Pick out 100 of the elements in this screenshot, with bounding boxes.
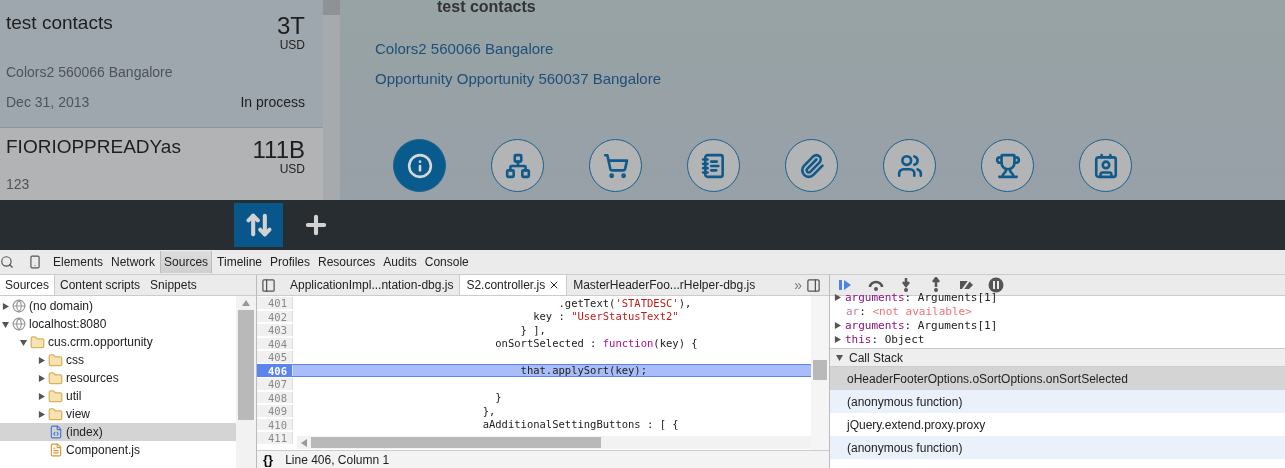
file-tab[interactable]: S2.controller.js xyxy=(459,275,568,295)
tree-item[interactable]: Component.js xyxy=(0,441,236,459)
detail-line: Colors2 560066 Bangalore xyxy=(375,40,555,57)
icon-tab[interactable] xyxy=(491,139,544,192)
call-frame[interactable]: oHeaderFooterOptions.oSortOptions.onSortSelected xyxy=(830,367,1285,390)
item-currency: USD xyxy=(279,38,305,52)
line-number: 401 xyxy=(257,297,293,309)
scroll-up-icon[interactable] xyxy=(242,300,250,306)
item-status: In process xyxy=(240,94,305,110)
overflow-chevron[interactable]: » xyxy=(790,275,806,295)
expand-icon[interactable] xyxy=(834,293,841,301)
globe-icon xyxy=(12,317,26,331)
panel-tab[interactable]: Sources xyxy=(160,251,213,273)
script-file-icon xyxy=(49,443,63,457)
tree-toggle-icon[interactable] xyxy=(38,374,45,382)
icon-tab[interactable] xyxy=(883,139,936,192)
call-frame[interactable]: (anonymous function) xyxy=(830,390,1285,413)
item-title: test contacts xyxy=(6,12,114,35)
device-icon[interactable] xyxy=(28,255,42,269)
file-tab[interactable]: MasterHeaderFoo...rHelper-dbg.js xyxy=(567,275,762,295)
item-amount: 111B xyxy=(252,136,305,164)
panel-tab[interactable]: Elements xyxy=(50,251,107,273)
tree-item-label: localhost:8080 xyxy=(29,317,107,331)
panel-tab[interactable]: Audits xyxy=(380,251,420,273)
pretty-print-button[interactable]: {} xyxy=(263,452,274,467)
navigator-tab[interactable]: Sources xyxy=(0,275,56,295)
line-number: 410 xyxy=(257,418,293,430)
icon-tab[interactable] xyxy=(589,139,642,192)
notepad-icon xyxy=(700,152,727,179)
scope-variable: ar: <not available> xyxy=(846,304,972,318)
item-currency: USD xyxy=(279,162,305,176)
scrollbar[interactable] xyxy=(236,296,256,468)
file-tab[interactable]: ApplicationImpl...ntation-dbg.js xyxy=(284,275,460,295)
icon-tab[interactable] xyxy=(393,139,446,192)
tree-toggle-icon[interactable] xyxy=(2,302,9,310)
line-number: 409 xyxy=(257,405,293,417)
tree-item-label: css xyxy=(66,353,84,367)
line-number: 411 xyxy=(257,432,293,444)
list-item[interactable]: test contacts 3T USD Colors2 560066 Bangalore Dec 31, 2013 In process xyxy=(0,0,323,128)
folder-icon xyxy=(48,352,63,368)
tree-item[interactable]: (no domain) xyxy=(0,297,236,315)
scrollbar[interactable] xyxy=(297,436,811,449)
icon-tab[interactable] xyxy=(785,139,838,192)
call-frame[interactable]: (anonymous function) xyxy=(830,436,1285,459)
detail-title: test contacts xyxy=(437,0,537,14)
panel-tab[interactable]: Profiles xyxy=(267,251,313,273)
tree-item-label: resources xyxy=(66,371,119,385)
tree-toggle-icon[interactable] xyxy=(38,410,45,418)
tree-item-label: view xyxy=(66,407,90,421)
tree-item-label: util xyxy=(66,389,82,403)
people-icon xyxy=(896,152,923,179)
sort-icon xyxy=(244,211,273,239)
sort-button[interactable] xyxy=(234,203,283,247)
item-subtitle: 123 xyxy=(6,176,31,192)
cursor-position: Line 406, Column 1 xyxy=(285,452,390,467)
panel-tab[interactable]: Resources xyxy=(315,251,379,273)
tree-item[interactable]: css xyxy=(0,351,236,369)
tree-item[interactable]: view xyxy=(0,405,236,423)
section-header[interactable]: Call Stack xyxy=(830,348,1285,367)
navigator-tab[interactable]: Snippets xyxy=(145,275,202,295)
icon-tab[interactable] xyxy=(687,139,740,192)
panel-tab[interactable]: Timeline xyxy=(214,251,265,273)
tree-item-label: (no domain) xyxy=(29,299,94,313)
tree-toggle-icon[interactable] xyxy=(20,338,27,346)
code-line: } ], xyxy=(519,323,546,336)
folder-icon xyxy=(48,370,63,386)
tree-toggle-icon[interactable] xyxy=(2,320,9,328)
tree-toggle-icon[interactable] xyxy=(38,392,45,400)
icon-tab[interactable] xyxy=(981,139,1034,192)
html-file-icon xyxy=(49,425,63,439)
line-number: 402 xyxy=(257,310,293,322)
line-number: 407 xyxy=(257,378,293,390)
navigator-tab[interactable]: Content scripts xyxy=(55,275,146,295)
section-title: Call Stack xyxy=(849,350,904,365)
search-icon[interactable] xyxy=(0,255,14,269)
tree-item[interactable]: util xyxy=(0,387,236,405)
paperclip-icon xyxy=(798,152,825,179)
debugger-button[interactable] xyxy=(988,277,1004,293)
list-item[interactable]: FIORIOPPREADYas 111B 123 USD xyxy=(0,128,323,200)
scrollbar[interactable] xyxy=(811,296,829,450)
tree-item[interactable]: resources xyxy=(0,369,236,387)
scroll-left-icon[interactable] xyxy=(301,438,307,447)
cart-icon xyxy=(602,152,629,179)
tree-item[interactable]: cus.crm.opportunity xyxy=(0,333,236,351)
panel-tab[interactable]: Console xyxy=(421,251,472,273)
trophy-icon xyxy=(994,152,1021,179)
scrollbar[interactable] xyxy=(323,0,340,200)
tree-item[interactable]: (index) xyxy=(0,423,236,441)
item-title: FIORIOPPREADYas xyxy=(6,136,182,159)
icon-tab[interactable] xyxy=(1079,139,1132,192)
tree-item-label: cus.crm.opportunity xyxy=(48,335,153,349)
tree-toggle-icon[interactable] xyxy=(38,356,45,364)
collapse-icon[interactable] xyxy=(836,354,843,361)
code-line: .getText('STATDESC'), xyxy=(557,296,692,309)
folder-icon xyxy=(48,406,63,422)
tree-item-label: (index) xyxy=(66,425,103,439)
panel-tab[interactable]: Network xyxy=(108,251,159,273)
contact-card-icon xyxy=(1092,152,1119,179)
tree-item[interactable]: localhost:8080 xyxy=(0,315,236,333)
folder-icon xyxy=(30,334,45,350)
